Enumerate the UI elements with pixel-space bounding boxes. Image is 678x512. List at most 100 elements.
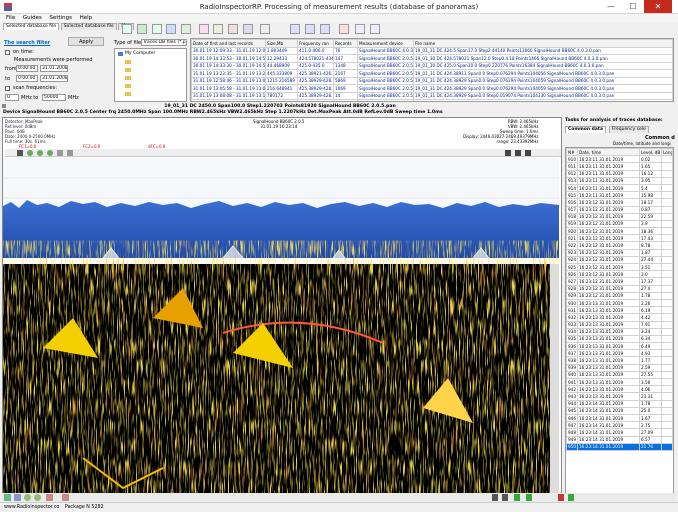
column-header[interactable]: Measurement device [357,39,414,48]
table-row[interactable]: 910 16:23:11 31.01.2019 0.02 [566,155,673,164]
table-row[interactable]: 931 16:23:13 31.01.2019 6.19 [566,306,673,315]
column-header[interactable]: Records [333,39,358,48]
freq-to-input[interactable]: 50000 [42,94,66,101]
table-row[interactable]: 944 16:23:14 31.01.2019 1.78 [566,399,673,408]
table-row[interactable]: 949 16:23:14 31.01.2019 6.57 [566,435,673,444]
table-row[interactable]: 924 16:23:12 31.01.2019 27.44 [566,255,673,265]
zoom-in-icon[interactable] [27,150,33,156]
table-row[interactable]: 945 16:23:14 31.01.2019 25.0 [566,406,673,415]
end-icon[interactable] [525,150,531,156]
stop-green-icon[interactable] [526,494,532,501]
table-row[interactable]: 933 16:23:13 31.01.2019 7.91 [566,320,673,329]
toolbar-open-icon[interactable] [122,24,132,34]
tab-common-data[interactable]: Common data [565,126,607,133]
table-row[interactable]: 926 16:23:12 31.01.2019 3.0 [566,270,673,279]
to-time-input[interactable]: 0:00:00 [16,75,38,82]
toolbar-view1-icon[interactable] [290,24,300,34]
fast-forward-icon[interactable] [515,150,521,156]
table-row[interactable]: 914 16:23:11 31.01.2019 5.4 [566,183,673,193]
table-row[interactable]: 928 16:23:12 31.01.2019 27.4 [566,284,673,293]
table-row[interactable]: 31.01.19 12:58:46 - 31.01.19 13:06:31121… [191,76,673,85]
column-header[interactable]: Date, time [577,148,640,157]
on-time-checkbox[interactable] [5,50,10,55]
toolbar-delete-icon[interactable] [339,24,349,34]
table-row[interactable]: 936 16:23:13 31.01.2019 6.49 [566,342,673,351]
play-icon[interactable] [492,494,498,501]
refresh-icon[interactable] [568,494,574,501]
spectrum-waterfall-graphic[interactable] [3,158,559,503]
folder-tree[interactable]: My Computer [114,48,187,102]
toolbar-grid-icon[interactable] [152,24,162,34]
menu-guides[interactable]: Guides [23,14,42,23]
table-row[interactable]: 940 16:23:13 31.01.2019 27.55 [566,370,673,380]
zoom-fit-icon[interactable] [47,150,53,156]
table-row[interactable]: 916 16:23:12 31.01.2019 18.17 [566,198,673,207]
tree-root[interactable]: My Computer [125,51,155,56]
table-row[interactable]: 927 16:23:12 31.01.2019 17.37 [566,277,673,286]
table-row[interactable]: 917 16:23:12 31.01.2019 0.87 [566,205,673,214]
toolbar-view3-icon[interactable] [320,24,330,34]
to-date-input[interactable]: 31.01.2008 [40,75,68,82]
table-row[interactable]: 31.01.19 13:09:05 - 31.01.19 12:09:06309… [191,99,673,101]
table-row[interactable]: 935 16:23:13 31.01.2019 6.34 [566,334,673,344]
menu-settings[interactable]: Settings [49,14,72,23]
table-row[interactable]: 941 16:23:13 31.01.2019 3.56 [566,377,673,387]
tab-selected-database-file-2[interactable]: Selected database file [60,23,117,30]
maximize-button[interactable]: ☐ [622,0,644,13]
table-row[interactable]: 919 16:23:12 31.01.2019 3.9 [566,219,673,229]
column-header[interactable]: Date of first and last records [191,39,266,48]
cursor-icon[interactable] [17,150,23,156]
toolbar-sort-icon[interactable] [181,24,191,34]
table-row[interactable]: 918 16:23:12 31.01.2019 22.59 [566,212,673,221]
back-icon[interactable] [57,150,63,156]
table-row[interactable]: 937 16:23:13 31.01.2019 4.93 [566,349,673,358]
column-header[interactable]: Level, dB [639,148,662,157]
zoom-icon[interactable] [24,494,31,501]
tab-selected-database-file[interactable]: Selected database file [3,23,60,30]
menu-help[interactable]: Help [80,14,93,23]
table-row[interactable]: 934 16:23:13 31.01.2019 3.24 [566,327,673,336]
type-of-files-select[interactable]: Traces DB files (*.pan) [141,39,187,46]
freq-from-input[interactable]: 0 [5,94,19,101]
toolbar-chart-icon[interactable] [213,24,223,34]
table-row[interactable]: 925 16:23:12 31.01.2019 3.51 [566,262,673,272]
minimize-button[interactable]: — [600,0,622,13]
column-header[interactable]: Size,Mb [265,39,298,48]
table-row[interactable]: 920 16:23:12 31.01.2019 18.36 [566,227,673,236]
tab-frequency-selection[interactable]: Frequency sele [609,126,649,133]
settings-icon[interactable] [46,494,53,501]
table-row[interactable]: 923 16:23:12 31.01.2019 1.87 [566,248,673,257]
zoom-out-icon[interactable] [34,494,41,501]
table-row[interactable]: 30.01.19 14:33:53 - 30.01.19 14:54:0012.… [191,54,673,63]
table-row[interactable]: 911 16:23:11 31.01.2019 1.65 [566,162,673,171]
toolbar-table-icon[interactable] [228,24,238,34]
toolbar-export-icon[interactable] [166,24,176,34]
toolbar-filter-icon[interactable] [199,24,209,34]
toolbar-map-icon[interactable] [243,24,253,34]
table-row[interactable]: 913 16:23:11 31.01.2019 3.95 [566,176,673,185]
table-row[interactable]: 30.01.19 12:09:33 - 31.01.19 12:09:351.8… [191,46,673,55]
from-time-input[interactable]: 0:00:00 [16,65,38,72]
layout-icon[interactable] [14,494,21,501]
table-row[interactable]: 943 16:23:13 31.01.2019 23.31 [566,392,673,401]
column-header[interactable]: N# [566,148,578,157]
play-icon[interactable] [505,150,511,156]
table-row[interactable]: 942 16:23:13 31.01.2019 4.06 [566,385,673,394]
table-row[interactable]: 929 16:23:12 31.01.2019 1.78 [566,291,673,300]
apply-button[interactable]: Apply [68,37,104,46]
table-row[interactable]: 948 16:23:14 31.01.2019 27.09 [566,428,673,437]
table-row[interactable]: 950 16:23:14 31.01.2019 21.76 [566,442,673,451]
forward-icon[interactable] [67,150,73,156]
toolbar-add-icon[interactable] [137,24,147,34]
column-header[interactable]: File name [413,39,673,48]
menu-file[interactable]: File [6,14,15,23]
toolbar-settings-icon[interactable] [370,24,380,34]
table-row[interactable]: 921 16:23:12 31.01.2019 17.43 [566,234,673,243]
table-row[interactable]: 31.01.19 13:05:58 - 31.01.19 13:08:00216… [191,84,673,93]
table-row[interactable]: 947 16:23:14 31.01.2019 2.75 [566,421,673,430]
image-icon[interactable] [4,494,11,501]
table-row[interactable]: 922 16:23:12 31.01.2019 8.78 [566,241,673,250]
table-row[interactable]: 915 16:23:11 31.01.2019 15.98 [566,191,673,200]
play-green-icon[interactable] [514,494,520,501]
fast-forward-icon[interactable] [502,494,508,501]
